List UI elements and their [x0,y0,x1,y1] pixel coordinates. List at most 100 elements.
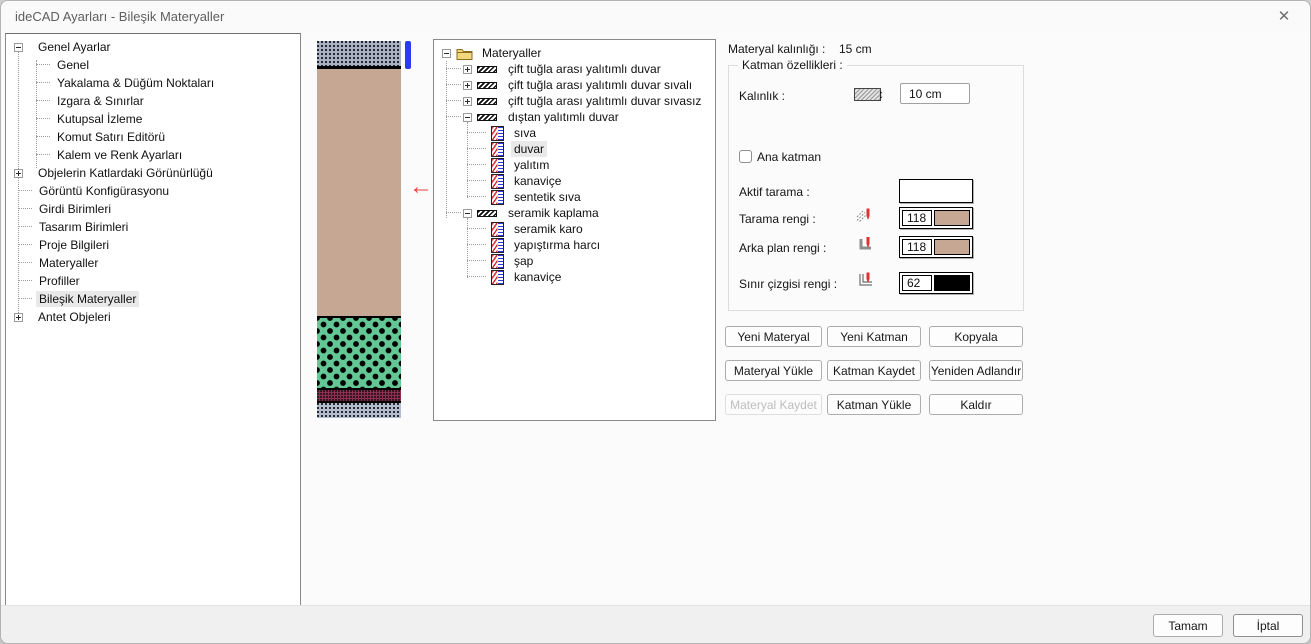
load-material-button[interactable]: Materyal Yükle [725,360,822,381]
sidebar-item-goruntu-konfigurasyonu[interactable]: Görüntü Konfigürasyonu [6,182,300,200]
sidebar-item-kutupsal-izleme[interactable]: Kutupsal İzleme [6,110,300,128]
material-icon [477,97,497,105]
material-thickness-value: 15 cm [839,42,872,56]
save-material-button[interactable]: Materyal Kaydet [725,394,822,415]
tree-item-label: çift tuğla arası yalıtımlı duvar sıvalı [508,78,693,92]
active-hatch-swatch[interactable] [899,179,973,203]
sidebar-item-genel-ayarlar[interactable]: Genel Ayarlar [6,38,300,56]
sidebar-item-girdi-birimleri[interactable]: Girdi Birimleri [6,200,300,218]
tree-connector [36,154,50,156]
tree-connector [18,190,32,192]
tree-item-kanavice[interactable]: kanaviçe [434,173,715,189]
collapse-icon[interactable] [14,42,23,52]
tree-connector [467,228,486,230]
expand-icon[interactable] [14,312,23,322]
main-layer-checkbox[interactable] [739,150,752,163]
sidebar-item-objelerin-katlardaki-gorunurlugu[interactable]: Objelerin Katlardaki Görünürlüğü [6,164,300,182]
layer-icon [491,173,504,189]
tree-item-siva[interactable]: sıva [434,125,715,141]
material-icon [477,81,497,89]
tree-connector [18,280,32,282]
preview-layer-duvar[interactable] [317,69,401,316]
tree-connector [467,122,468,198]
tree-item-kanavice-2[interactable]: kanaviçe [434,269,715,285]
tree-item-label: çift tuğla arası yalıtımlı duvar sıvasız [508,94,702,108]
sidebar-item-izgara-sinirlar[interactable]: Izgara & Sınırlar [6,92,300,110]
tree-connector [36,82,50,84]
tree-item-cift-tugla-arasi-yalitimli-duvar-sivali[interactable]: çift tuğla arası yalıtımlı duvar sıvalı [434,77,715,93]
tree-item-label-selected: duvar [511,141,548,157]
thickness-input[interactable] [900,83,970,104]
tree-item-label: sentetik sıva [514,190,581,204]
expand-icon[interactable] [14,168,23,178]
tree-item-label: kanaviçe [514,270,562,284]
group-title: Katman özellikleri : [738,58,847,72]
tree-connector [446,116,461,118]
sidebar-item-proje-bilgileri[interactable]: Proje Bilgileri [6,236,300,254]
hatch-color-swatch [934,210,970,226]
ok-button[interactable]: Tamam [1153,614,1223,637]
rename-button[interactable]: Yeniden Adlandır [929,360,1023,381]
sidebar-item-label: Kutupsal İzleme [57,112,143,126]
cancel-button[interactable]: İptal [1233,614,1303,637]
hatch-color-index: 118 [902,210,932,226]
sidebar-item-kalem-ve-renk-ayarlari[interactable]: Kalem ve Renk Ayarları [6,146,300,164]
materials-tree-panel: Materyaller çift tuğla arası yalıtımlı d… [433,39,716,421]
sidebar-item-genel[interactable]: Genel [6,56,300,74]
tree-item-seramik-karo[interactable]: seramik karo [434,221,715,237]
exterior-side-marker [405,41,411,69]
tree-connector [446,212,461,214]
tree-connector [446,84,461,86]
tree-item-label: şap [514,254,534,268]
tree-item-materyaller-root[interactable]: Materyaller [434,45,715,61]
tree-connector [36,64,50,66]
sidebar-item-komut-satiri-editoru[interactable]: Komut Satırı Editörü [6,128,300,146]
preview-layer-sentetik-siva[interactable] [317,403,401,418]
preview-layer-siva[interactable] [317,41,401,69]
material-icon [477,113,497,121]
tree-item-duvar[interactable]: duvar [434,141,715,157]
sidebar-item-profiller[interactable]: Profiller [6,272,300,290]
sidebar-item-label: Girdi Birimleri [39,202,111,216]
copy-button[interactable]: Kopyala [929,326,1023,347]
tree-item-sentetik-siva[interactable]: sentetik sıva [434,189,715,205]
tree-connector [446,100,461,102]
expand-icon[interactable] [463,80,472,90]
tree-item-cift-tugla-arasi-yalitimli-duvar[interactable]: çift tuğla arası yalıtımlı duvar [434,61,715,77]
tree-item-yapistirma-harci[interactable]: yapıştırma harcı [434,237,715,253]
expand-icon[interactable] [463,64,472,74]
sidebar-item-materyaller[interactable]: Materyaller [6,254,300,272]
save-layer-button[interactable]: Katman Kaydet [827,360,921,381]
tree-connector [36,60,37,168]
tree-item-seramik-kaplama[interactable]: seramik kaplama [434,205,715,221]
remove-button[interactable]: Kaldır [929,394,1023,415]
collapse-icon[interactable] [463,208,472,218]
hatch-color-control[interactable]: 118 [899,207,973,229]
preview-layer-kanavice[interactable] [317,390,401,403]
tree-item-sap[interactable]: şap [434,253,715,269]
tree-item-distan-yalitimli-duvar[interactable]: dıştan yalıtımlı duvar [434,109,715,125]
border-color-control[interactable]: 62 [899,272,973,294]
background-color-control[interactable]: 118 [899,236,973,258]
load-layer-button[interactable]: Katman Yükle [827,394,921,415]
new-layer-button[interactable]: Yeni Katman [827,326,921,347]
preview-layer-yalitim[interactable] [317,316,401,390]
collapse-icon[interactable] [442,48,451,58]
sidebar-item-antet-objeleri[interactable]: Antet Objeleri [6,308,300,326]
tree-connector [18,226,32,228]
layer-icon [491,221,504,237]
sidebar-item-bilesik-materyaller[interactable]: Bileşik Materyaller [6,290,300,308]
tree-item-yalitim[interactable]: yalıtım [434,157,715,173]
collapse-icon[interactable] [463,112,472,122]
layer-icon [491,157,504,173]
tree-connector [18,244,32,246]
new-material-button[interactable]: Yeni Materyal [725,326,822,347]
material-section-preview [317,41,401,418]
sidebar-item-yakalama-dugum-noktalari[interactable]: Yakalama & Düğüm Noktaları [6,74,300,92]
close-icon[interactable]: ✕ [1268,5,1300,29]
materials-tree: Materyaller çift tuğla arası yalıtımlı d… [434,45,715,285]
tree-item-cift-tugla-arasi-yalitimli-duvar-sivasiz[interactable]: çift tuğla arası yalıtımlı duvar sıvasız [434,93,715,109]
layer-icon [491,253,504,269]
sidebar-item-tasarim-birimleri[interactable]: Tasarım Birimleri [6,218,300,236]
expand-icon[interactable] [463,96,472,106]
